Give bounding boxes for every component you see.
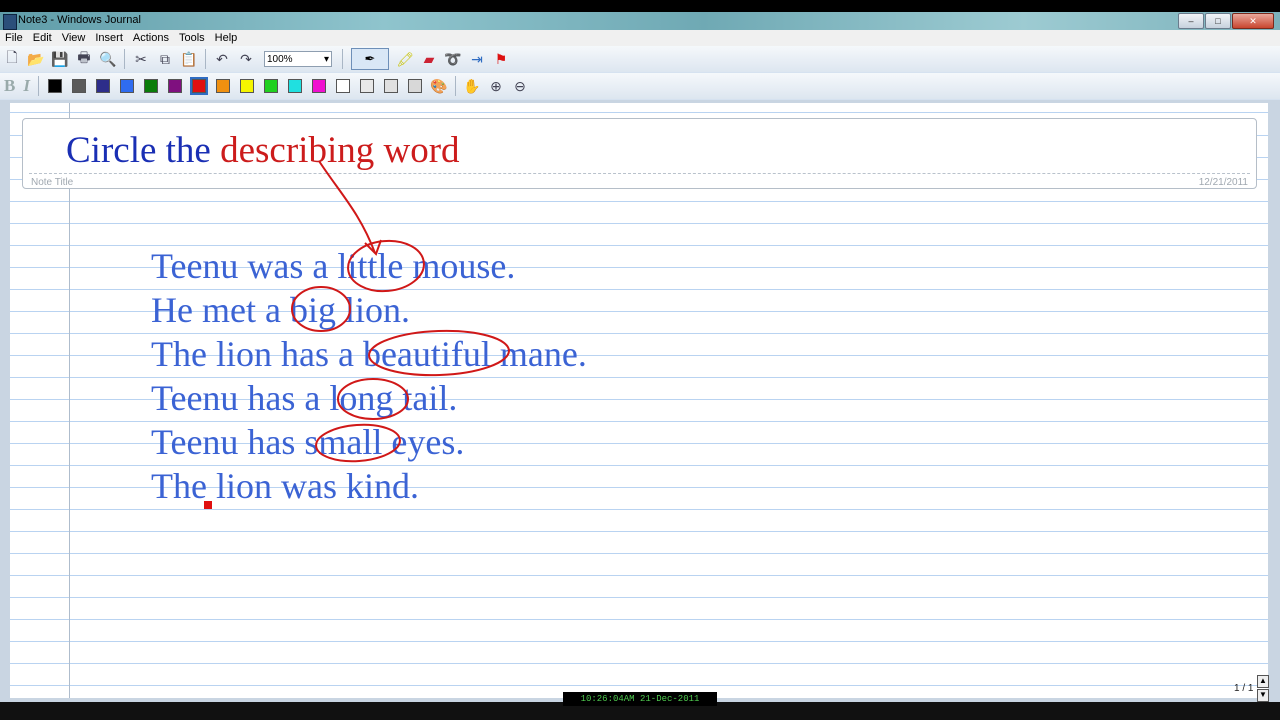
window-title: Note3 - Windows Journal (18, 14, 141, 26)
color-swatch[interactable] (359, 79, 374, 93)
standard-toolbar: 🗋 📂 💾 🖶 🔍 ✂ ⧉ 📋 ↶ ↷ 100% ▾ ✒ 🖍 ▰ ➰ ⇥ ⚑ (0, 46, 1280, 72)
note-title-label: Note Title (31, 177, 74, 188)
italic-icon[interactable]: I (23, 76, 30, 96)
eraser-icon[interactable]: ▰ (419, 49, 439, 69)
color-picker-icon[interactable]: 🎨 (429, 76, 449, 96)
toolbar-separator (205, 49, 206, 69)
sentence-line: The lion has a beautiful mane. (151, 334, 587, 374)
page-nav: ▲ ▼ (1257, 675, 1269, 703)
bold-icon[interactable]: B (4, 76, 15, 96)
color-swatch[interactable] (311, 79, 326, 93)
paste-icon[interactable]: 📋 (179, 49, 199, 69)
color-swatch[interactable] (407, 79, 422, 93)
zoom-in-icon[interactable]: ⊕ (486, 76, 506, 96)
color-swatch[interactable] (263, 79, 278, 93)
toolbar-separator (454, 76, 456, 96)
pan-hand-icon[interactable]: ✋ (462, 76, 482, 96)
note-title-box[interactable]: Circle the describing word Note Title 12… (22, 118, 1257, 189)
zoom-value: 100% (267, 53, 293, 65)
menu-file[interactable]: File (0, 32, 28, 44)
color-swatch[interactable] (383, 79, 398, 93)
page-down-icon[interactable]: ▼ (1257, 689, 1269, 702)
menu-view[interactable]: View (57, 32, 91, 44)
menu-bar: File Edit View Insert Actions Tools Help (0, 30, 1280, 46)
menu-actions[interactable]: Actions (128, 32, 174, 44)
pen-icon: ✒ (364, 51, 376, 66)
zoom-out-icon[interactable]: ⊖ (510, 76, 530, 96)
maximize-button[interactable]: □ (1205, 13, 1231, 29)
open-icon[interactable]: 📂 (26, 49, 46, 69)
toolbar-separator (37, 76, 39, 96)
cut-icon[interactable]: ✂ (131, 49, 151, 69)
note-date: 12/21/2011 (1198, 177, 1248, 188)
page-counter: 1 / 1 (1234, 683, 1254, 694)
menu-tools[interactable]: Tools (174, 32, 210, 44)
color-swatch[interactable] (189, 77, 208, 95)
page-heading: Circle the describing word (66, 129, 460, 172)
color-swatch[interactable] (47, 79, 62, 93)
color-palette (43, 77, 427, 95)
color-swatch[interactable] (95, 79, 110, 93)
zoom-select[interactable]: 100% ▾ (264, 51, 332, 67)
title-bar[interactable]: Note3 - Windows Journal – □ ✕ (0, 12, 1280, 30)
toolbar-separator (342, 49, 343, 69)
color-swatch[interactable] (335, 79, 350, 93)
app-icon (3, 14, 17, 30)
color-swatch[interactable] (215, 79, 230, 93)
margin-line (69, 103, 70, 698)
menu-help[interactable]: Help (210, 32, 243, 44)
color-swatch[interactable] (71, 79, 86, 93)
color-swatch[interactable] (167, 79, 182, 93)
close-button[interactable]: ✕ (1232, 13, 1274, 29)
pen-cursor (204, 501, 212, 509)
color-swatch[interactable] (239, 79, 254, 93)
chevron-down-icon: ▾ (323, 53, 329, 65)
color-swatch[interactable] (287, 79, 302, 93)
title-divider (29, 173, 1250, 174)
window-controls: – □ ✕ (1178, 13, 1274, 29)
sentence-line: Teenu has small eyes. (151, 422, 465, 462)
minimize-button[interactable]: – (1178, 13, 1204, 29)
new-note-icon[interactable]: 🗋 (2, 49, 22, 69)
heading-text-blue: Circle the (66, 130, 221, 171)
pen-tool-button[interactable]: ✒ (351, 48, 389, 70)
find-icon[interactable]: 🔍 (98, 49, 118, 69)
heading-text-red: describing word (220, 130, 460, 171)
sentence-line: Teenu has a long tail. (151, 378, 458, 418)
color-swatch[interactable] (143, 79, 158, 93)
menu-edit[interactable]: Edit (28, 32, 57, 44)
recording-clock: 10:26:04AM 21-Dec-2011 (563, 692, 717, 706)
lasso-select-icon[interactable]: ➰ (443, 49, 463, 69)
sentence-line: The lion was kind. (151, 466, 419, 506)
save-icon[interactable]: 💾 (50, 49, 70, 69)
pen-toolbar: B I 🎨 ✋ ⊕ ⊖ (0, 73, 1280, 99)
highlighter-icon[interactable]: 🖍 (395, 49, 415, 69)
page-area: Circle the describing word Note Title 12… (0, 100, 1280, 702)
flag-icon[interactable]: ⚑ (491, 49, 511, 69)
toolbar-separator (124, 49, 125, 69)
sentence-line: He met a big lion. (151, 290, 410, 330)
insert-space-icon[interactable]: ⇥ (467, 49, 487, 69)
undo-icon[interactable]: ↶ (212, 49, 232, 69)
page-up-icon[interactable]: ▲ (1257, 675, 1269, 688)
print-preview-icon[interactable]: 🖶 (74, 49, 94, 69)
journal-window: Note3 - Windows Journal – □ ✕ File Edit … (0, 12, 1280, 702)
copy-icon[interactable]: ⧉ (155, 49, 175, 69)
color-swatch[interactable] (119, 79, 134, 93)
sentence-line: Teenu was a little mouse. (151, 246, 516, 286)
journal-page[interactable]: Circle the describing word Note Title 12… (10, 103, 1268, 698)
redo-icon[interactable]: ↷ (236, 49, 256, 69)
menu-insert[interactable]: Insert (90, 32, 128, 44)
